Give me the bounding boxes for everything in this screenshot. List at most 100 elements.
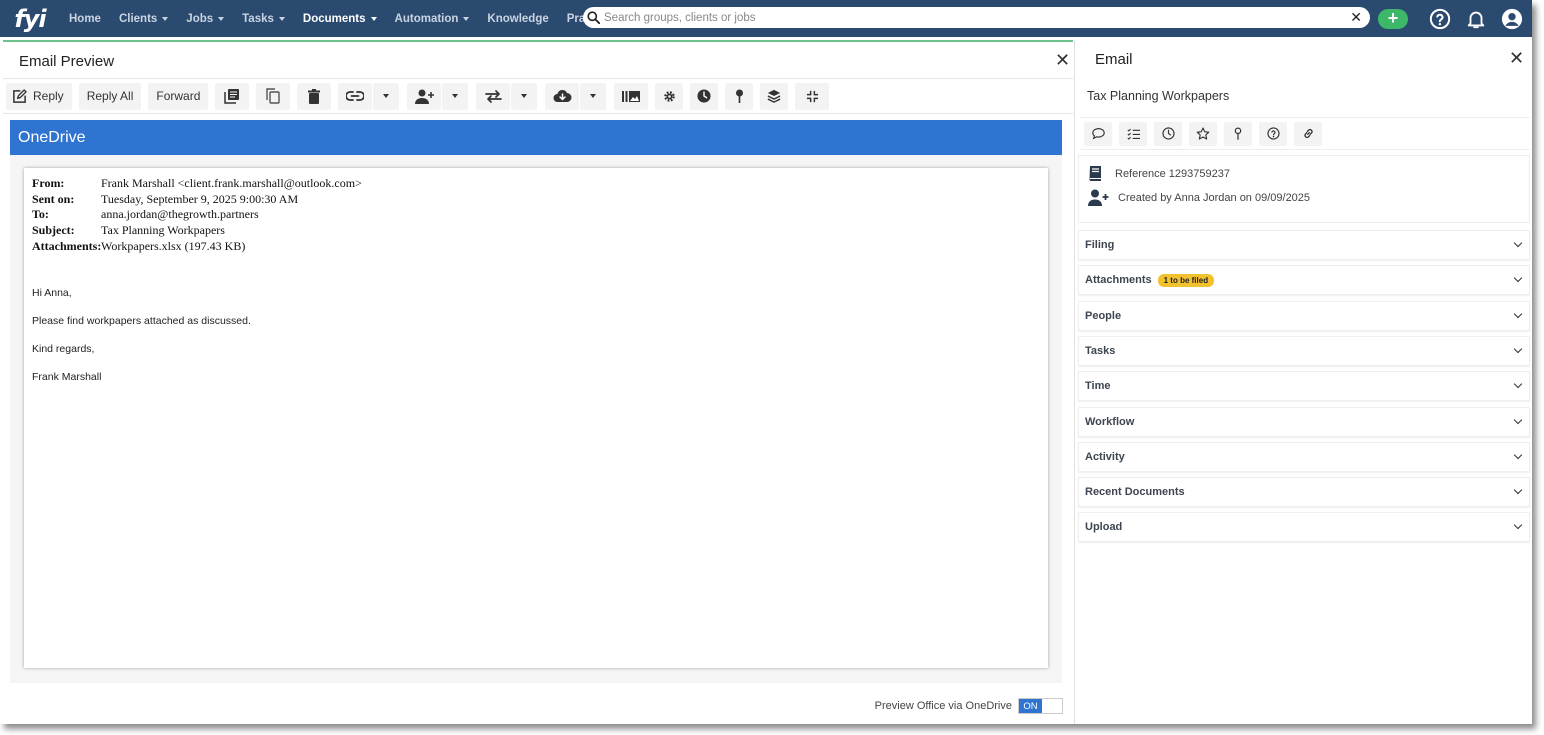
comment-icon [1091, 127, 1105, 140]
gallery-button[interactable] [614, 82, 649, 110]
section-recent-documents[interactable]: Recent Documents [1078, 477, 1530, 508]
chevron-down-icon [463, 16, 470, 21]
download-button[interactable] [545, 82, 580, 110]
close-details-icon[interactable]: ✕ [1509, 49, 1524, 67]
section-label: Tasks [1085, 344, 1116, 357]
add-user-icon [1088, 189, 1109, 206]
nav-menu: Home Clients Jobs Tasks Documents Automation K… [60, 0, 621, 37]
link-button[interactable] [338, 82, 373, 110]
gallery-icon [622, 90, 641, 103]
history-button[interactable] [690, 82, 719, 110]
chevron-down-icon [1513, 309, 1523, 318]
nav-item-label: Clients [118, 12, 158, 25]
section-people[interactable]: People [1078, 300, 1530, 331]
nav-item-jobs[interactable]: Jobs [177, 0, 233, 37]
section-tasks[interactable]: Tasks [1078, 335, 1530, 366]
question-icon [1266, 127, 1280, 140]
layers-icon [767, 89, 781, 103]
header-key: Sent on: [32, 191, 75, 206]
chevron-down-icon [1513, 379, 1523, 389]
checklist-button[interactable] [1119, 121, 1147, 146]
fyi-logo[interactable]: fyi [0, 0, 60, 37]
nav-item-label: Tasks [242, 12, 274, 25]
pin-button[interactable] [1224, 121, 1252, 146]
section-upload[interactable]: Upload [1078, 512, 1530, 543]
created-text: Created by Anna Jordan on 09/09/2025 [1118, 191, 1311, 204]
section-workflow[interactable]: Workflow [1078, 406, 1530, 437]
details-action-bar [1080, 117, 1530, 150]
header-key: To: [32, 207, 49, 222]
settings-button[interactable] [655, 82, 684, 110]
link-button[interactable] [1294, 121, 1322, 146]
close-preview-icon[interactable]: ✕ [1055, 51, 1070, 69]
move-button[interactable] [476, 82, 511, 110]
section-label-wrap: Attachments 1 to be filed [1085, 273, 1515, 287]
nav-item-home[interactable]: Home [60, 0, 110, 37]
pin-icon [735, 89, 744, 103]
delete-button[interactable] [297, 82, 332, 110]
header-row-to: To: anna.jordan@thegrowth.partners [32, 207, 1040, 223]
link-menu-toggle[interactable] [373, 82, 400, 110]
compose-icon [12, 88, 27, 104]
nav-item-knowledge[interactable]: Knowledge [478, 0, 557, 37]
chevron-down-icon [278, 16, 285, 21]
user-avatar-icon[interactable] [1500, 7, 1524, 31]
download-menu-toggle[interactable] [580, 82, 607, 110]
pin-button[interactable] [725, 82, 754, 110]
notifications-bell-icon[interactable] [1464, 7, 1488, 31]
forward-button[interactable]: Forward [148, 82, 209, 110]
comment-button[interactable] [1084, 121, 1112, 146]
add-new-button[interactable]: + [1378, 8, 1408, 29]
layers-button[interactable] [760, 82, 789, 110]
clear-search-icon[interactable]: ✕ [1350, 9, 1362, 26]
chevron-down-icon [162, 16, 169, 21]
copy-list-button[interactable] [215, 82, 250, 110]
nav-item-tasks[interactable]: Tasks [233, 0, 294, 37]
assign-menu-toggle[interactable] [442, 82, 469, 110]
reply-all-button[interactable]: Reply All [78, 82, 142, 110]
section-label: Activity [1085, 450, 1125, 463]
section-label-wrap: Upload [1085, 521, 1515, 533]
section-time[interactable]: Time [1078, 371, 1530, 402]
time-button[interactable] [1154, 121, 1182, 146]
nav-item-automation[interactable]: Automation [386, 0, 479, 37]
section-label-wrap: Time [1085, 380, 1515, 392]
header-key: From: [32, 176, 65, 190]
help-button[interactable] [1259, 121, 1287, 146]
clock-icon [697, 89, 711, 103]
onedrive-toggle[interactable]: ON [1018, 698, 1063, 714]
onedrive-toggle-label: Preview Office via OneDrive [874, 700, 1012, 712]
search-bar: ✕ [583, 7, 1370, 28]
nav-item-label: Documents [302, 12, 366, 25]
collapse-button[interactable] [795, 82, 830, 110]
move-menu-toggle[interactable] [511, 82, 538, 110]
panel-title: Email [1095, 51, 1133, 68]
section-activity[interactable]: Activity [1078, 441, 1530, 472]
section-attachments[interactable]: Attachments 1 to be filed [1078, 265, 1530, 296]
download-dropdown [545, 82, 607, 110]
header-value: Frank Marshall <client.frank.marshall@ou… [101, 176, 362, 190]
chevron-down-icon [370, 16, 377, 21]
help-icon[interactable] [1428, 7, 1452, 31]
duplicate-button[interactable] [256, 82, 291, 110]
nav-item-label: Knowledge [487, 12, 549, 25]
reply-button[interactable]: Reply [6, 82, 72, 110]
onedrive-header: OneDrive [10, 120, 1062, 155]
assign-user-button[interactable] [407, 82, 442, 110]
header-value: Tax Planning Workpapers [101, 223, 225, 238]
nav-item-documents[interactable]: Documents [294, 0, 386, 37]
favourite-button[interactable] [1189, 121, 1217, 146]
nav-item-clients[interactable]: Clients [110, 0, 177, 37]
email-details-panel: Email ✕ Tax Planning Workpapers Referenc… [1074, 40, 1532, 724]
section-label-wrap: Workflow [1085, 416, 1515, 428]
email-headers: From: Frank Marshall <client.frank.marsha… [32, 176, 1040, 255]
swap-arrows-icon [485, 89, 502, 103]
search-input[interactable] [604, 11, 1351, 24]
app-window: fyi Home Clients Jobs Tasks Documents Automat… [0, 0, 1532, 724]
email-toolbar: Reply Reply All Forward [3, 78, 1073, 114]
chevron-down-icon [1513, 274, 1523, 283]
nav-item-label: Automation [394, 12, 459, 25]
section-label: Upload [1085, 521, 1123, 534]
chevron-down-icon [1513, 450, 1523, 460]
section-filing[interactable]: Filing [1078, 230, 1530, 260]
